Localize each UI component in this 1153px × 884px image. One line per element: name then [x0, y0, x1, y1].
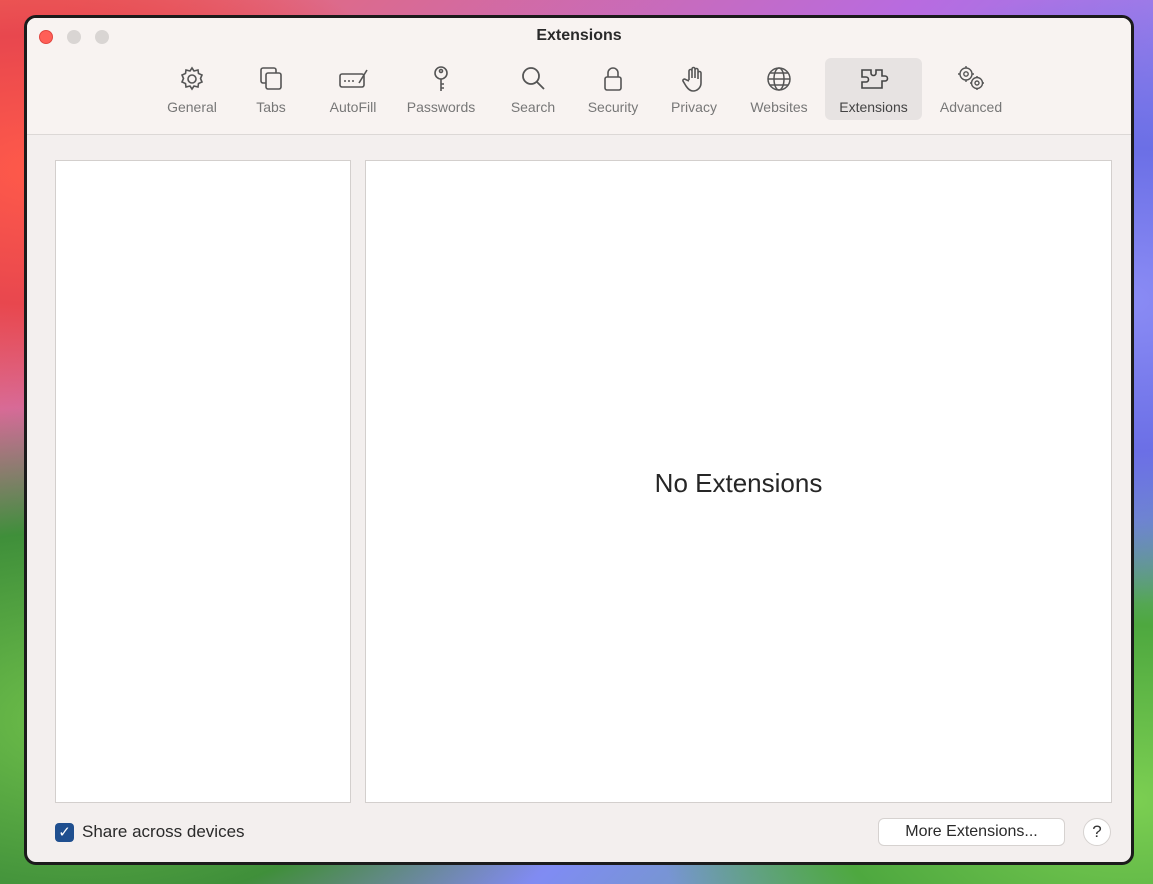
- globe-icon: [763, 64, 795, 94]
- autofill-icon: [337, 64, 369, 94]
- tab-tabs[interactable]: Tabs: [241, 58, 301, 120]
- key-icon: [425, 64, 457, 94]
- help-button[interactable]: ?: [1083, 818, 1111, 846]
- toolbar: Extensions General Tabs AutoFill Passwor…: [27, 18, 1131, 135]
- tab-label: Advanced: [939, 99, 1003, 115]
- empty-state-message: No Extensions: [654, 468, 823, 498]
- tab-general[interactable]: General: [155, 58, 229, 120]
- tab-label: Search: [510, 99, 556, 115]
- more-extensions-button[interactable]: More Extensions...: [878, 818, 1065, 846]
- puzzle-icon: [858, 64, 890, 94]
- desktop-wallpaper: Extensions General Tabs AutoFill Passwor…: [0, 0, 1153, 884]
- tab-label: Websites: [750, 99, 808, 115]
- window-title: Extensions: [536, 27, 622, 44]
- extensions-list[interactable]: [55, 160, 351, 803]
- safari-settings-window: Extensions General Tabs AutoFill Passwor…: [24, 15, 1134, 865]
- tab-label: General: [167, 99, 217, 115]
- tabs-icon: [255, 64, 287, 94]
- tab-label: Tabs: [256, 99, 286, 115]
- tab-label: AutoFill: [329, 99, 377, 115]
- tab-autofill[interactable]: AutoFill: [315, 58, 391, 120]
- tab-security[interactable]: Security: [577, 58, 649, 120]
- hand-icon: [678, 64, 710, 94]
- tab-label: Privacy: [671, 99, 717, 115]
- tab-websites[interactable]: Websites: [739, 58, 819, 120]
- lock-icon: [597, 64, 629, 94]
- tab-search[interactable]: Search: [501, 58, 565, 120]
- tab-advanced[interactable]: Advanced: [929, 58, 1013, 120]
- tab-label: Security: [587, 99, 639, 115]
- tab-extensions[interactable]: Extensions: [825, 58, 922, 120]
- share-checkbox[interactable]: ✓: [55, 822, 74, 842]
- tab-passwords[interactable]: Passwords: [397, 58, 485, 120]
- tab-label: Passwords: [406, 99, 476, 115]
- gear-icon: [176, 64, 208, 94]
- tab-label: Extensions: [839, 99, 908, 115]
- gears-icon: [955, 64, 987, 94]
- search-icon: [517, 64, 549, 94]
- share-across-devices[interactable]: ✓ Share across devices: [55, 821, 245, 843]
- share-label: Share across devices: [82, 822, 245, 841]
- tab-privacy[interactable]: Privacy: [661, 58, 727, 120]
- extension-details-pane: No Extensions: [365, 160, 1112, 803]
